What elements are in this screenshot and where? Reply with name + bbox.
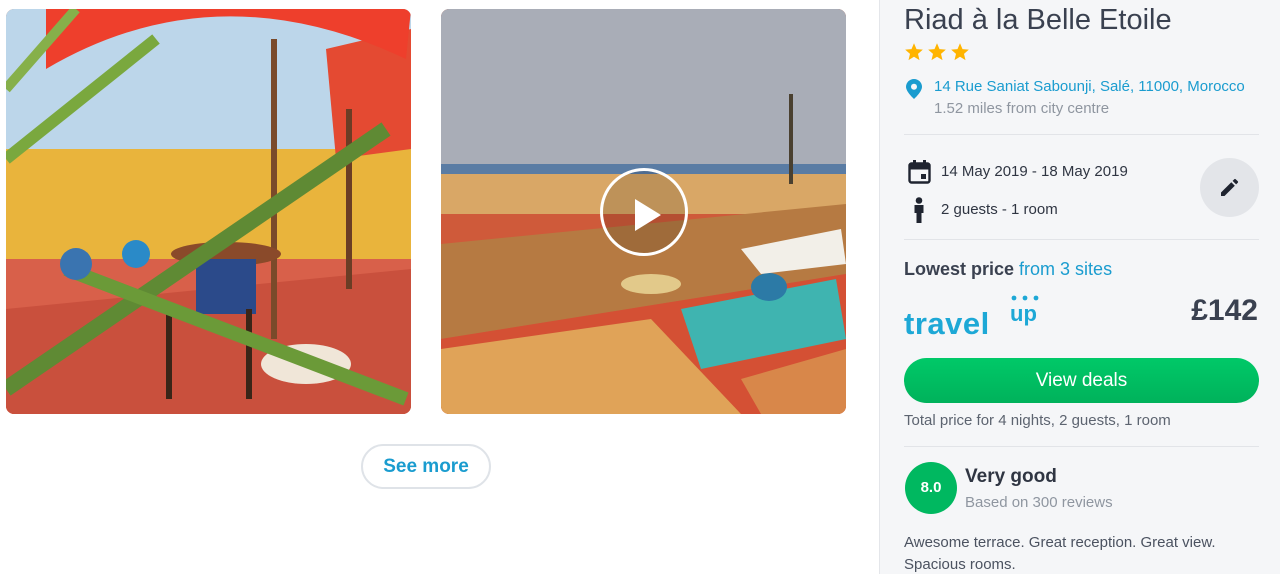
star-icon [928,43,946,61]
distance-from-centre: 1.52 miles from city centre [934,100,1110,117]
pencil-icon [1221,178,1239,196]
terrace-photo[interactable] [6,9,411,414]
divider [904,134,1259,135]
calendar-icon [908,160,931,184]
travelup-logo: travel up [904,294,1049,344]
rating-label: Very good [965,466,1057,487]
hotel-info-panel: Riad à la Belle Etoile 14 Rue Saniat Sab… [879,0,1280,574]
review-count[interactable]: Based on 300 reviews [965,494,1113,511]
logo-superscript: up [1010,301,1037,326]
terrace-photo-image [6,9,411,414]
play-icon [635,199,661,231]
divider [904,446,1259,447]
see-more-button[interactable]: See more [361,444,491,489]
stay-dates: 14 May 2019 - 18 May 2019 [941,163,1128,180]
guests-rooms: 2 guests - 1 room [941,201,1058,218]
review-summary: Awesome terrace. Great reception. Great … [904,534,1216,573]
star-icon [951,43,969,61]
star-icon [905,43,923,61]
total-price-note: Total price for 4 nights, 2 guests, 1 ro… [904,412,1171,429]
edit-search-button[interactable] [1200,158,1259,217]
logo-wordmark: travel [904,306,990,341]
sea-view-video[interactable] [441,9,846,414]
hotel-name: Riad à la Belle Etoile [904,4,1172,36]
person-icon [914,197,924,223]
video-play-button[interactable] [600,168,688,256]
divider [904,239,1259,240]
rating-score-badge: 8.0 [905,462,957,514]
lowest-price-heading: Lowest price from 3 sites [904,259,1112,280]
lowest-price-label: Lowest price [904,259,1015,279]
lowest-price-value: £142 [1191,294,1258,327]
hotel-address-link[interactable]: 14 Rue Saniat Sabounji, Salé, 11000, Mor… [934,78,1245,95]
location-pin-icon [906,79,922,99]
view-deals-button[interactable]: View deals [904,358,1259,403]
star-rating [904,42,970,62]
price-sites-link[interactable]: from 3 sites [1019,259,1112,279]
